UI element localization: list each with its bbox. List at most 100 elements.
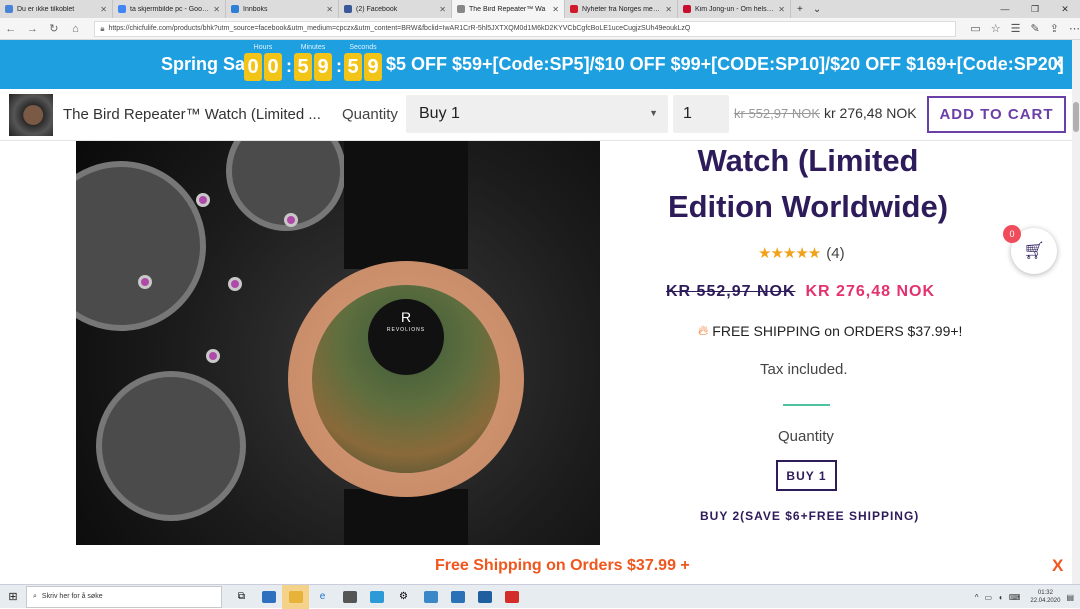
tab-close-icon[interactable]: ✕ [326, 5, 333, 14]
tab-5[interactable]: Nyheter fra Norges mest les ✕ [565, 0, 678, 18]
tab-favicon-icon [5, 5, 13, 13]
taskbar-search-box[interactable]: ⌕ Skriv her for å søke [26, 585, 222, 608]
taskbar-clock[interactable]: 01:32 22.04.2020 [1030, 589, 1060, 605]
tab-2[interactable]: Innboks ✕ [226, 0, 339, 18]
minutes-label: Minutes [300, 44, 326, 51]
product-rating[interactable]: ★★★★★ (4) [758, 244, 845, 263]
tab-4-active[interactable]: The Bird Repeater™ Wa ✕ [452, 0, 565, 18]
tab-6[interactable]: Kim Jong-un - Om helseryk ✕ [678, 0, 791, 18]
buy-2-option[interactable]: BUY 2(SAVE $6+FREE SHIPPING) [700, 509, 919, 523]
tab-close-icon[interactable]: ✕ [213, 5, 220, 14]
tab-3[interactable]: (2) Facebook ✕ [339, 0, 452, 18]
watch-case-graphic: R REVOLIONS [288, 261, 524, 497]
edge-browser-icon[interactable]: e [309, 585, 336, 609]
store-app-icon[interactable] [336, 585, 363, 609]
page-scrollbar[interactable] [1072, 40, 1080, 584]
tab-close-icon[interactable]: ✕ [439, 5, 446, 14]
tab-close-icon[interactable]: ✕ [100, 5, 107, 14]
tab-close-icon[interactable]: ✕ [665, 5, 672, 14]
tab-1[interactable]: ta skjermbilde pc - Google- ✕ [113, 0, 226, 18]
movement-jewel-graphic [228, 277, 242, 291]
app-l-icon[interactable] [363, 585, 390, 609]
review-count: (4) [826, 244, 845, 262]
minutes-digit: 9 [314, 53, 332, 81]
photos-app-icon[interactable] [471, 585, 498, 609]
windows-start-icon[interactable]: ⊞ [0, 590, 26, 603]
settings-gear-icon[interactable]: ⚙ [390, 585, 417, 609]
home-icon[interactable]: ⌂ [65, 23, 87, 35]
tab-0[interactable]: Du er ikke tilkoblet ✕ [0, 0, 113, 18]
free-shipping-banner: Free Shipping on Orders $37.99 + X [0, 549, 1072, 584]
hours-digit: 0 [244, 53, 262, 81]
timer-minutes: Minutes 5 9 [294, 44, 332, 81]
quantity-option-select[interactable]: Buy 1 ▼ [406, 95, 668, 133]
notifications-icon[interactable]: ▤ [1066, 593, 1074, 602]
favorites-hub-icon[interactable]: ☰ [1011, 22, 1021, 35]
sale-price: KR 276,48 NOK [805, 283, 935, 300]
free-shipping-close-button[interactable]: X [1052, 556, 1063, 576]
minutes-digit: 5 [294, 53, 312, 81]
dropdown-caret-icon: ▼ [649, 108, 658, 118]
free-shipping-text: Free Shipping on Orders $37.99 + [435, 557, 690, 574]
tab-title: Nyheter fra Norges mest les [582, 5, 662, 13]
watch-strap-graphic [344, 489, 468, 545]
app-icon[interactable] [444, 585, 471, 609]
volume-icon[interactable]: ◖ [998, 593, 1003, 602]
pdf-app-icon[interactable] [498, 585, 525, 609]
tray-chevron-icon[interactable]: ^ [975, 593, 979, 602]
search-placeholder: Skriv her for å søke [41, 593, 103, 600]
task-view-icon[interactable]: ⧉ [228, 585, 255, 609]
tab-list-chevron-icon[interactable]: ⌄ [813, 4, 821, 15]
buy-1-option[interactable]: BUY 1 [776, 460, 837, 491]
maximize-icon[interactable]: ❐ [1020, 4, 1050, 15]
hours-digit: 0 [264, 53, 282, 81]
reading-view-icon[interactable]: ▭ [970, 22, 980, 35]
refresh-icon[interactable]: ↻ [43, 22, 65, 35]
tab-title: The Bird Repeater™ Wa [469, 5, 546, 13]
timer-seconds: Seconds 5 9 [344, 44, 382, 81]
more-menu-icon[interactable]: ⋯ [1069, 22, 1080, 35]
url-field[interactable]: 🔒︎ https://chicfulife.com/products/bhk?u… [94, 20, 957, 37]
movement-gear-graphic [96, 371, 246, 521]
quantity-input[interactable]: 1 [673, 95, 729, 133]
tab-actions: + ⌄ [791, 0, 827, 18]
shipping-text: FREE SHIPPING on ORDERS $37.99+! [712, 322, 963, 339]
minimize-icon[interactable]: — [990, 4, 1020, 14]
browser-toolbar: ▭ ☆ ☰ ✎ ⇪ ⋯ [970, 22, 1080, 35]
favorite-star-icon[interactable]: ☆ [991, 22, 1001, 35]
product-thumbnail [9, 94, 53, 136]
tab-close-icon[interactable]: ✕ [552, 5, 559, 14]
taskbar-apps: ⧉ e ⚙ [228, 584, 525, 609]
spring-sale-banner: Spring Sale Hours 0 0 : Minutes 5 9 : Se… [0, 40, 1072, 89]
tab-title: Innboks [243, 5, 268, 13]
new-tab-icon[interactable]: + [797, 4, 803, 15]
tab-favicon-icon [457, 5, 465, 13]
tab-close-icon[interactable]: ✕ [778, 5, 785, 14]
product-title: Watch (Limited Edition Worldwide) [654, 138, 962, 230]
window-close-icon[interactable]: ✕ [1050, 4, 1080, 15]
sale-close-button[interactable]: X [1052, 54, 1063, 74]
notes-pen-icon[interactable]: ✎ [1031, 22, 1040, 35]
mail-app-icon[interactable] [255, 585, 282, 609]
network-icon[interactable]: ▭ [984, 593, 992, 602]
tab-title: Kim Jong-un - Om helseryk [695, 5, 775, 13]
lock-icon: 🔒︎ [100, 23, 105, 33]
sticky-cart-bar: The Bird Repeater™ Watch (Limited ... Qu… [0, 89, 1072, 141]
add-to-cart-button[interactable]: ADD TO CART [927, 96, 1066, 133]
watch-dial-graphic: R REVOLIONS [312, 285, 500, 473]
window-controls: — ❐ ✕ [990, 0, 1080, 18]
clock-date: 22.04.2020 [1030, 598, 1061, 604]
forward-arrow-icon[interactable]: → [22, 23, 44, 35]
app-icon[interactable] [417, 585, 444, 609]
product-image[interactable]: R REVOLIONS [76, 141, 600, 545]
file-explorer-icon[interactable] [282, 584, 309, 609]
back-arrow-icon[interactable]: ← [0, 23, 22, 35]
tab-favicon-icon [683, 5, 691, 13]
brand-name: REVOLIONS [386, 327, 426, 333]
share-icon[interactable]: ⇪ [1050, 22, 1059, 35]
url-text: https://chicfulife.com/products/bhk?utm_… [108, 25, 691, 32]
keyboard-icon[interactable]: ⌨ [1009, 593, 1021, 602]
scrollbar-thumb[interactable] [1073, 102, 1079, 132]
tab-favicon-icon [344, 5, 352, 13]
quantity-value: 1 [683, 105, 692, 122]
